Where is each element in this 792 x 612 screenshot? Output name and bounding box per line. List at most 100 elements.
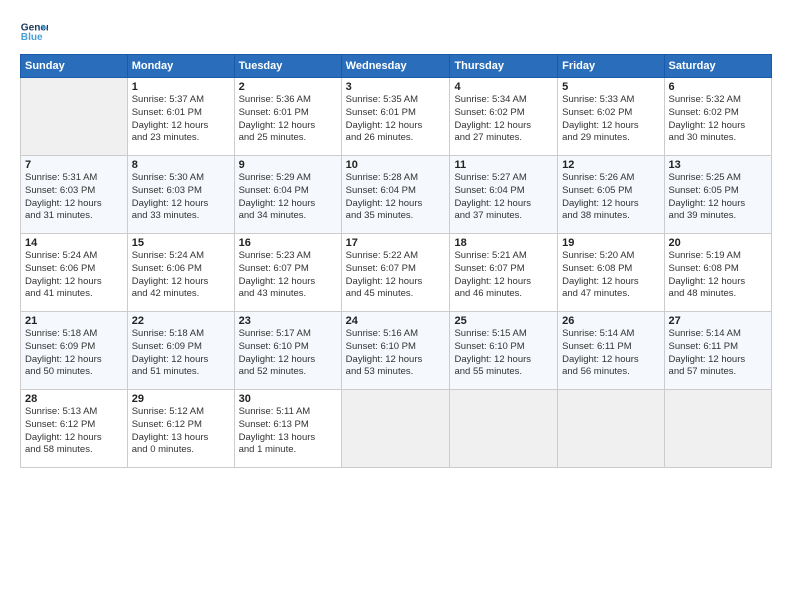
day-cell: 21Sunrise: 5:18 AM Sunset: 6:09 PM Dayli… [21,312,128,390]
week-row: 7Sunrise: 5:31 AM Sunset: 6:03 PM Daylig… [21,156,772,234]
day-cell: 17Sunrise: 5:22 AM Sunset: 6:07 PM Dayli… [341,234,450,312]
day-info: Sunrise: 5:24 AM Sunset: 6:06 PM Dayligh… [25,250,123,301]
day-info: Sunrise: 5:18 AM Sunset: 6:09 PM Dayligh… [132,328,230,379]
day-info: Sunrise: 5:19 AM Sunset: 6:08 PM Dayligh… [669,250,767,301]
weekday-header-cell: Saturday [664,55,771,78]
weekday-header-cell: Sunday [21,55,128,78]
day-info: Sunrise: 5:23 AM Sunset: 6:07 PM Dayligh… [239,250,337,301]
day-cell: 13Sunrise: 5:25 AM Sunset: 6:05 PM Dayli… [664,156,771,234]
day-cell: 5Sunrise: 5:33 AM Sunset: 6:02 PM Daylig… [558,78,664,156]
day-cell: 24Sunrise: 5:16 AM Sunset: 6:10 PM Dayli… [341,312,450,390]
day-info: Sunrise: 5:37 AM Sunset: 6:01 PM Dayligh… [132,94,230,145]
weekday-header-cell: Monday [127,55,234,78]
day-number: 22 [132,315,230,327]
day-number: 30 [239,393,337,405]
logo: General Blue [20,18,48,46]
day-info: Sunrise: 5:21 AM Sunset: 6:07 PM Dayligh… [454,250,553,301]
day-info: Sunrise: 5:36 AM Sunset: 6:01 PM Dayligh… [239,94,337,145]
day-number: 3 [346,81,446,93]
week-row: 28Sunrise: 5:13 AM Sunset: 6:12 PM Dayli… [21,390,772,468]
day-number: 18 [454,237,553,249]
weekday-header-row: SundayMondayTuesdayWednesdayThursdayFrid… [21,55,772,78]
day-info: Sunrise: 5:24 AM Sunset: 6:06 PM Dayligh… [132,250,230,301]
day-number: 10 [346,159,446,171]
day-info: Sunrise: 5:12 AM Sunset: 6:12 PM Dayligh… [132,406,230,457]
calendar-page: General Blue SundayMondayTuesdayWednesda… [0,0,792,612]
day-number: 16 [239,237,337,249]
day-cell [558,390,664,468]
day-info: Sunrise: 5:29 AM Sunset: 6:04 PM Dayligh… [239,172,337,223]
day-number: 14 [25,237,123,249]
day-info: Sunrise: 5:27 AM Sunset: 6:04 PM Dayligh… [454,172,553,223]
day-number: 13 [669,159,767,171]
day-cell: 15Sunrise: 5:24 AM Sunset: 6:06 PM Dayli… [127,234,234,312]
week-row: 21Sunrise: 5:18 AM Sunset: 6:09 PM Dayli… [21,312,772,390]
day-info: Sunrise: 5:18 AM Sunset: 6:09 PM Dayligh… [25,328,123,379]
day-number: 29 [132,393,230,405]
day-cell: 1Sunrise: 5:37 AM Sunset: 6:01 PM Daylig… [127,78,234,156]
day-info: Sunrise: 5:26 AM Sunset: 6:05 PM Dayligh… [562,172,659,223]
day-cell: 20Sunrise: 5:19 AM Sunset: 6:08 PM Dayli… [664,234,771,312]
day-number: 26 [562,315,659,327]
day-number: 15 [132,237,230,249]
day-cell: 18Sunrise: 5:21 AM Sunset: 6:07 PM Dayli… [450,234,558,312]
day-info: Sunrise: 5:31 AM Sunset: 6:03 PM Dayligh… [25,172,123,223]
day-cell: 28Sunrise: 5:13 AM Sunset: 6:12 PM Dayli… [21,390,128,468]
day-number: 6 [669,81,767,93]
day-number: 19 [562,237,659,249]
day-info: Sunrise: 5:20 AM Sunset: 6:08 PM Dayligh… [562,250,659,301]
day-info: Sunrise: 5:34 AM Sunset: 6:02 PM Dayligh… [454,94,553,145]
day-number: 25 [454,315,553,327]
day-cell: 7Sunrise: 5:31 AM Sunset: 6:03 PM Daylig… [21,156,128,234]
day-cell: 4Sunrise: 5:34 AM Sunset: 6:02 PM Daylig… [450,78,558,156]
day-info: Sunrise: 5:35 AM Sunset: 6:01 PM Dayligh… [346,94,446,145]
weekday-header-cell: Tuesday [234,55,341,78]
day-cell: 23Sunrise: 5:17 AM Sunset: 6:10 PM Dayli… [234,312,341,390]
day-cell: 27Sunrise: 5:14 AM Sunset: 6:11 PM Dayli… [664,312,771,390]
day-info: Sunrise: 5:16 AM Sunset: 6:10 PM Dayligh… [346,328,446,379]
day-cell [21,78,128,156]
day-cell: 19Sunrise: 5:20 AM Sunset: 6:08 PM Dayli… [558,234,664,312]
weekday-header-cell: Friday [558,55,664,78]
day-number: 12 [562,159,659,171]
day-cell: 11Sunrise: 5:27 AM Sunset: 6:04 PM Dayli… [450,156,558,234]
day-number: 5 [562,81,659,93]
day-cell: 8Sunrise: 5:30 AM Sunset: 6:03 PM Daylig… [127,156,234,234]
day-info: Sunrise: 5:13 AM Sunset: 6:12 PM Dayligh… [25,406,123,457]
day-cell: 2Sunrise: 5:36 AM Sunset: 6:01 PM Daylig… [234,78,341,156]
day-info: Sunrise: 5:32 AM Sunset: 6:02 PM Dayligh… [669,94,767,145]
page-header: General Blue [20,18,772,46]
day-info: Sunrise: 5:33 AM Sunset: 6:02 PM Dayligh… [562,94,659,145]
day-number: 21 [25,315,123,327]
day-number: 4 [454,81,553,93]
day-info: Sunrise: 5:30 AM Sunset: 6:03 PM Dayligh… [132,172,230,223]
day-number: 2 [239,81,337,93]
svg-text:Blue: Blue [21,32,43,43]
week-row: 1Sunrise: 5:37 AM Sunset: 6:01 PM Daylig… [21,78,772,156]
day-cell: 14Sunrise: 5:24 AM Sunset: 6:06 PM Dayli… [21,234,128,312]
day-cell [341,390,450,468]
day-cell: 26Sunrise: 5:14 AM Sunset: 6:11 PM Dayli… [558,312,664,390]
day-number: 23 [239,315,337,327]
day-cell: 10Sunrise: 5:28 AM Sunset: 6:04 PM Dayli… [341,156,450,234]
day-cell [664,390,771,468]
calendar-body: 1Sunrise: 5:37 AM Sunset: 6:01 PM Daylig… [21,78,772,468]
day-cell: 22Sunrise: 5:18 AM Sunset: 6:09 PM Dayli… [127,312,234,390]
day-info: Sunrise: 5:14 AM Sunset: 6:11 PM Dayligh… [562,328,659,379]
day-cell: 30Sunrise: 5:11 AM Sunset: 6:13 PM Dayli… [234,390,341,468]
day-cell [450,390,558,468]
day-info: Sunrise: 5:17 AM Sunset: 6:10 PM Dayligh… [239,328,337,379]
day-info: Sunrise: 5:22 AM Sunset: 6:07 PM Dayligh… [346,250,446,301]
day-cell: 12Sunrise: 5:26 AM Sunset: 6:05 PM Dayli… [558,156,664,234]
day-number: 17 [346,237,446,249]
day-number: 8 [132,159,230,171]
day-cell: 6Sunrise: 5:32 AM Sunset: 6:02 PM Daylig… [664,78,771,156]
day-info: Sunrise: 5:14 AM Sunset: 6:11 PM Dayligh… [669,328,767,379]
day-number: 7 [25,159,123,171]
day-cell: 3Sunrise: 5:35 AM Sunset: 6:01 PM Daylig… [341,78,450,156]
day-info: Sunrise: 5:28 AM Sunset: 6:04 PM Dayligh… [346,172,446,223]
day-number: 27 [669,315,767,327]
day-number: 1 [132,81,230,93]
day-cell: 16Sunrise: 5:23 AM Sunset: 6:07 PM Dayli… [234,234,341,312]
day-info: Sunrise: 5:15 AM Sunset: 6:10 PM Dayligh… [454,328,553,379]
